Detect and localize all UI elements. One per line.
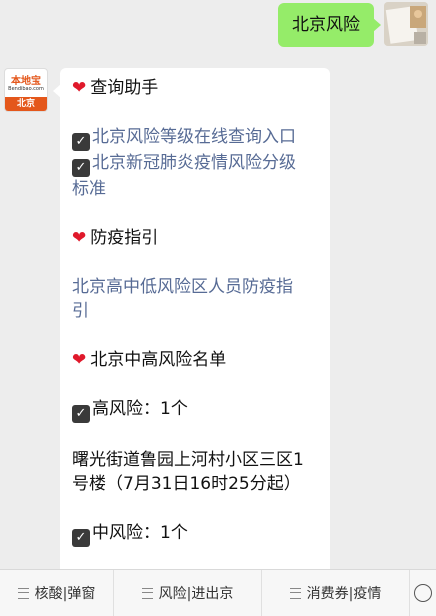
user-message-text: 北京风险 (292, 15, 360, 35)
keyboard-icon (414, 584, 432, 602)
section-label: 查询助手 (90, 78, 159, 98)
user-avatar-image (384, 2, 428, 46)
high-risk-area-continuation: 号楼（7月31日16时25分起） (72, 474, 301, 494)
bottom-menu-bar: 核酸|弹窗 风险|进出京 消费券|疫情 (0, 569, 436, 616)
menu-lines-icon (141, 587, 153, 599)
user-message-bubble[interactable]: 北京风险 (278, 3, 381, 47)
mid-risk-count: ✓ 中风险：1个 (72, 521, 318, 547)
heart-icon: ❤ (72, 228, 87, 248)
section-heading-guide: ❤ 防疫指引 (72, 226, 318, 250)
link-text: 北京新冠肺炎疫情风险分级 (92, 153, 296, 173)
risk-standard-link-continuation[interactable]: 标准 (72, 177, 318, 201)
menu-item-label: 核酸|弹窗 (34, 586, 96, 602)
heart-icon: ❤ (72, 350, 87, 370)
menu-lines-icon (17, 587, 29, 599)
heart-icon: ❤ (72, 78, 87, 98)
high-risk-count: ✓ 高风险：1个 (72, 397, 318, 423)
prevention-guide-link-continuation[interactable]: 引 (72, 299, 318, 323)
section-label: 防疫指引 (90, 228, 159, 248)
high-risk-label: 高风险：1个 (92, 399, 188, 419)
checkbox-icon: ✓ (72, 133, 90, 151)
high-risk-area: 曙光街道鲁园上河村小区三区1 (72, 450, 304, 470)
checkbox-icon: ✓ (72, 405, 90, 423)
menu-item-risk[interactable]: 风险|进出京 (114, 570, 262, 616)
chat-screen: 北京风险 本地宝 Bendibao.com 北京 ❤ 查询助手 ✓ 北京风险等级在线… (0, 0, 436, 616)
menu-item-label: 消费券|疫情 (306, 586, 382, 602)
checkbox-icon: ✓ (72, 529, 90, 547)
bot-avatar-city: 北京 (5, 97, 47, 111)
checkbox-icon: ✓ (72, 159, 90, 177)
mid-risk-label: 中风险：1个 (92, 523, 188, 543)
risk-level-query-link[interactable]: ✓ 北京风险等级在线查询入口 (72, 125, 318, 151)
menu-item-nucleic-acid[interactable]: 核酸|弹窗 (0, 570, 114, 616)
section-heading-assistant: ❤ 查询助手 (72, 76, 318, 100)
menu-item-label: 风险|进出京 (158, 586, 234, 602)
link-text: 北京风险等级在线查询入口 (92, 127, 296, 147)
keyboard-toggle-button[interactable] (410, 570, 436, 616)
menu-item-coupon[interactable]: 消费券|疫情 (262, 570, 410, 616)
section-label: 北京中高风险名单 (90, 350, 227, 370)
section-heading-risk-list: ❤ 北京中高风险名单 (72, 348, 318, 372)
risk-standard-link[interactable]: ✓ 北京新冠肺炎疫情风险分级 (72, 151, 318, 177)
menu-lines-icon (289, 587, 301, 599)
bot-avatar-brand: 本地宝 (11, 76, 41, 87)
user-avatar[interactable] (384, 2, 428, 46)
bot-avatar-site: Bendibao.com (8, 86, 44, 92)
bot-avatar[interactable]: 本地宝 Bendibao.com 北京 (4, 68, 48, 112)
prevention-guide-link[interactable]: 北京高中低风险区人员防疫指 (72, 275, 318, 299)
bot-message-bubble: ❤ 查询助手 ✓ 北京风险等级在线查询入口 ✓ 北京新冠肺炎疫情风险分级 标准 ❤ 防疫… (53, 68, 330, 616)
